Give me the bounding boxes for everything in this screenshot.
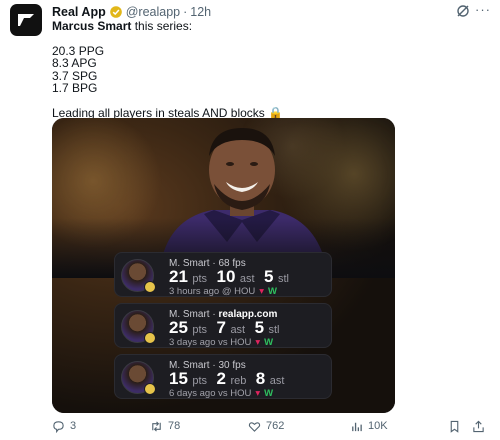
game-result: W (268, 286, 277, 297)
reply-icon (53, 420, 64, 433)
stat-value: 5 (254, 318, 265, 337)
card-footer: 6 days ago vs HOU ▾ W (169, 388, 273, 399)
player-avatar (121, 310, 156, 344)
stat-unit: pts (192, 324, 208, 336)
like-button[interactable]: 762 (248, 420, 284, 433)
author-avatar[interactable] (10, 4, 42, 36)
views-button[interactable]: 10K (350, 420, 388, 433)
stat-value: 5 (264, 267, 274, 286)
post-line-3: 8.3 APG (52, 56, 97, 70)
post-line-5: 1.7 BPG (52, 81, 98, 95)
reply-button[interactable]: 3 (52, 420, 76, 433)
stat-unit: reb (230, 375, 247, 387)
card-stats: 21 pts 10 ast 5 stl (169, 267, 294, 287)
loss-marker-icon: ▾ (255, 388, 261, 399)
card-stats: 15 pts 2 reb 8 ast (169, 369, 289, 389)
post-time[interactable]: 12h (190, 5, 211, 19)
share-button[interactable] (472, 420, 490, 433)
team-badge-icon (144, 332, 156, 344)
team-badge-icon (144, 281, 156, 293)
game-card: M. Smart · 68 fps 21 pts 10 ast 5 stl 3 … (114, 252, 332, 297)
stat-unit: pts (192, 375, 208, 387)
card-when: 3 days ago vs HOU (169, 337, 252, 348)
post-header: Real App @realapp · 12h (52, 4, 490, 20)
player-name: Marcus Smart (52, 19, 132, 33)
post-line-2: 20.3 PPG (52, 43, 105, 58)
stat-value: 10 (216, 267, 236, 286)
repost-icon (152, 420, 161, 432)
header-separator: · (183, 5, 188, 19)
loss-marker-icon: ▾ (255, 337, 261, 348)
team-badge-icon (144, 383, 156, 395)
post-media[interactable]: M. Smart · 68 fps 21 pts 10 ast 5 stl 3 … (52, 118, 395, 413)
card-when: 3 hours ago @ HOU (169, 286, 256, 297)
views-icon (352, 422, 362, 431)
card-when: 6 days ago vs HOU (169, 388, 252, 399)
verified-icon (109, 6, 122, 18)
game-card: M. Smart · realapp.com 25 pts 7 ast 5 st… (114, 303, 332, 348)
post-line-4: 3.7 SPG (52, 68, 98, 83)
post-actions: 3 78 762 10K (52, 418, 492, 434)
more-icon[interactable]: ··· (475, 2, 491, 17)
grok-icon[interactable] (456, 4, 470, 18)
loss-marker-icon: ▾ (259, 286, 264, 297)
stat-value: 7 (216, 318, 226, 337)
stat-unit: stl (268, 324, 280, 336)
game-result: W (264, 388, 274, 399)
game-result: W (264, 337, 274, 348)
stat-unit: pts (192, 273, 208, 285)
repost-button[interactable]: 78 (150, 420, 180, 433)
like-icon (248, 421, 261, 432)
like-count: 762 (266, 420, 285, 432)
stat-value: 21 (169, 267, 188, 286)
post-text: Marcus Smart this series: 20.3 PPG 8.3 A… (52, 20, 472, 119)
stat-unit: ast (239, 273, 255, 285)
card-footer: 3 days ago vs HOU ▾ W (169, 337, 273, 348)
game-card: M. Smart · 30 fps 15 pts 2 reb 8 ast 6 d… (114, 354, 332, 399)
post-line-1: Marcus Smart this series: (52, 20, 472, 33)
stat-unit: ast (269, 375, 285, 387)
stat-unit: stl (277, 273, 289, 285)
bookmark-icon (450, 420, 459, 433)
repost-count: 78 (168, 420, 181, 432)
views-count: 10K (368, 420, 388, 432)
stat-value: 15 (169, 369, 188, 388)
bookmark-button[interactable] (448, 420, 466, 433)
stat-value: 8 (255, 369, 266, 388)
card-stats: 25 pts 7 ast 5 stl (169, 318, 285, 338)
post-line-text: this series: (131, 19, 193, 33)
share-icon (473, 420, 484, 432)
real-app-logo-icon (18, 14, 34, 26)
stat-value: 2 (216, 369, 226, 388)
reply-count: 3 (70, 420, 77, 432)
player-avatar (121, 361, 156, 395)
stat-unit: ast (230, 324, 246, 336)
stat-value: 25 (169, 318, 188, 337)
card-footer: 3 hours ago @ HOU ▾ W (169, 286, 277, 297)
author-name[interactable]: Real App (52, 5, 106, 19)
player-avatar (121, 259, 156, 293)
author-handle[interactable]: @realapp (126, 5, 180, 19)
